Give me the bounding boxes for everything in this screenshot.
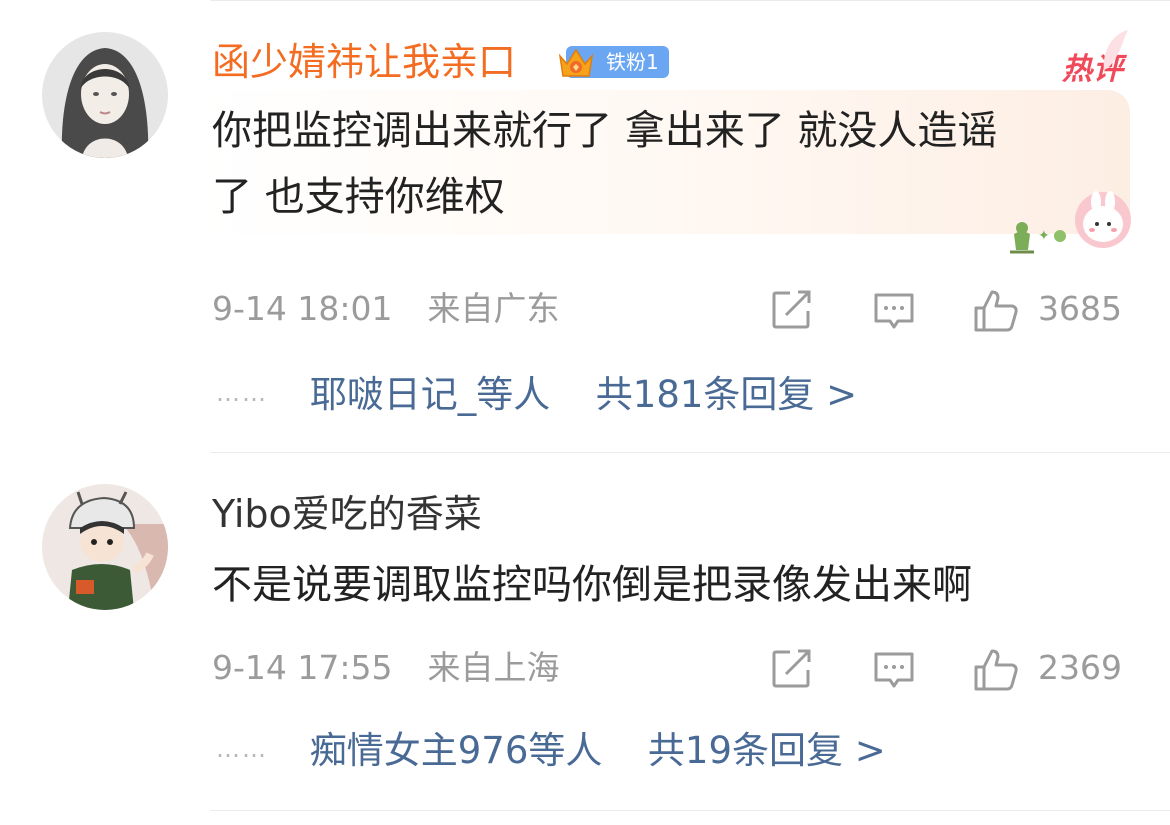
avatar[interactable] <box>42 484 168 610</box>
comment-icon[interactable] <box>872 289 916 333</box>
comment-meta: 9-14 18:01 来自广东 <box>212 289 560 329</box>
like-icon[interactable] <box>972 645 1020 693</box>
fan-badge: 铁粉1 <box>556 44 669 80</box>
comment-text-line: 不是说要调取监控吗你倒是把录像发出来啊 <box>212 562 972 608</box>
reply-users[interactable]: 耶啵日记_等人 <box>310 373 551 416</box>
comment-text-line: 了 也支持你维权 <box>212 174 505 220</box>
reply-summary[interactable]: …… 痴情女主976等人 共19条回复 > <box>216 728 886 778</box>
location: 来自广东 <box>427 289 560 328</box>
crown-icon <box>556 42 596 82</box>
avatar[interactable] <box>42 32 168 158</box>
username[interactable]: 函少婧祎让我亲口 <box>212 38 516 86</box>
timestamp: 9-14 18:01 <box>212 289 393 328</box>
reply-summary[interactable]: …… 耶啵日记_等人 共181条回复 > <box>216 372 857 422</box>
location: 来自上海 <box>427 648 560 687</box>
reply-users[interactable]: 痴情女主976等人 <box>310 729 603 772</box>
svg-text:✦: ✦ <box>1038 228 1050 244</box>
reply-count-link[interactable]: 共181条回复 > <box>596 373 857 416</box>
like-icon[interactable] <box>972 286 1020 334</box>
timestamp: 9-14 17:55 <box>212 648 393 687</box>
comment-meta: 9-14 17:55 来自上海 <box>212 648 560 688</box>
username[interactable]: Yibo爱吃的香菜 <box>212 490 482 538</box>
comment-icon[interactable] <box>872 648 916 692</box>
ellipsis: …… <box>216 735 268 763</box>
repost-icon[interactable] <box>770 646 814 690</box>
comment-text-line: 你把监控调出来就行了 拿出来了 就没人造谣 <box>212 108 998 154</box>
like-count: 2369 <box>1038 648 1122 687</box>
divider <box>210 810 1170 811</box>
bunny-sticker-icon: ✦ <box>1010 191 1131 254</box>
reply-count-link[interactable]: 共19条回复 > <box>648 729 886 772</box>
repost-icon[interactable] <box>770 287 814 331</box>
comment-list: 函少婧祎让我亲口 铁粉1 热评 你把监控调出来就行了 拿出来了 就没人造谣 了 … <box>0 0 1170 825</box>
like-count: 3685 <box>1038 289 1122 328</box>
hot-feather-icon <box>1103 30 1128 70</box>
comment-item: 函少婧祎让我亲口 铁粉1 热评 你把监控调出来就行了 拿出来了 就没人造谣 了 … <box>0 0 1170 452</box>
ellipsis: …… <box>216 379 268 407</box>
comment-item: Yibo爱吃的香菜 不是说要调取监控吗你倒是把录像发出来啊 9-14 17:55… <box>0 452 1170 825</box>
